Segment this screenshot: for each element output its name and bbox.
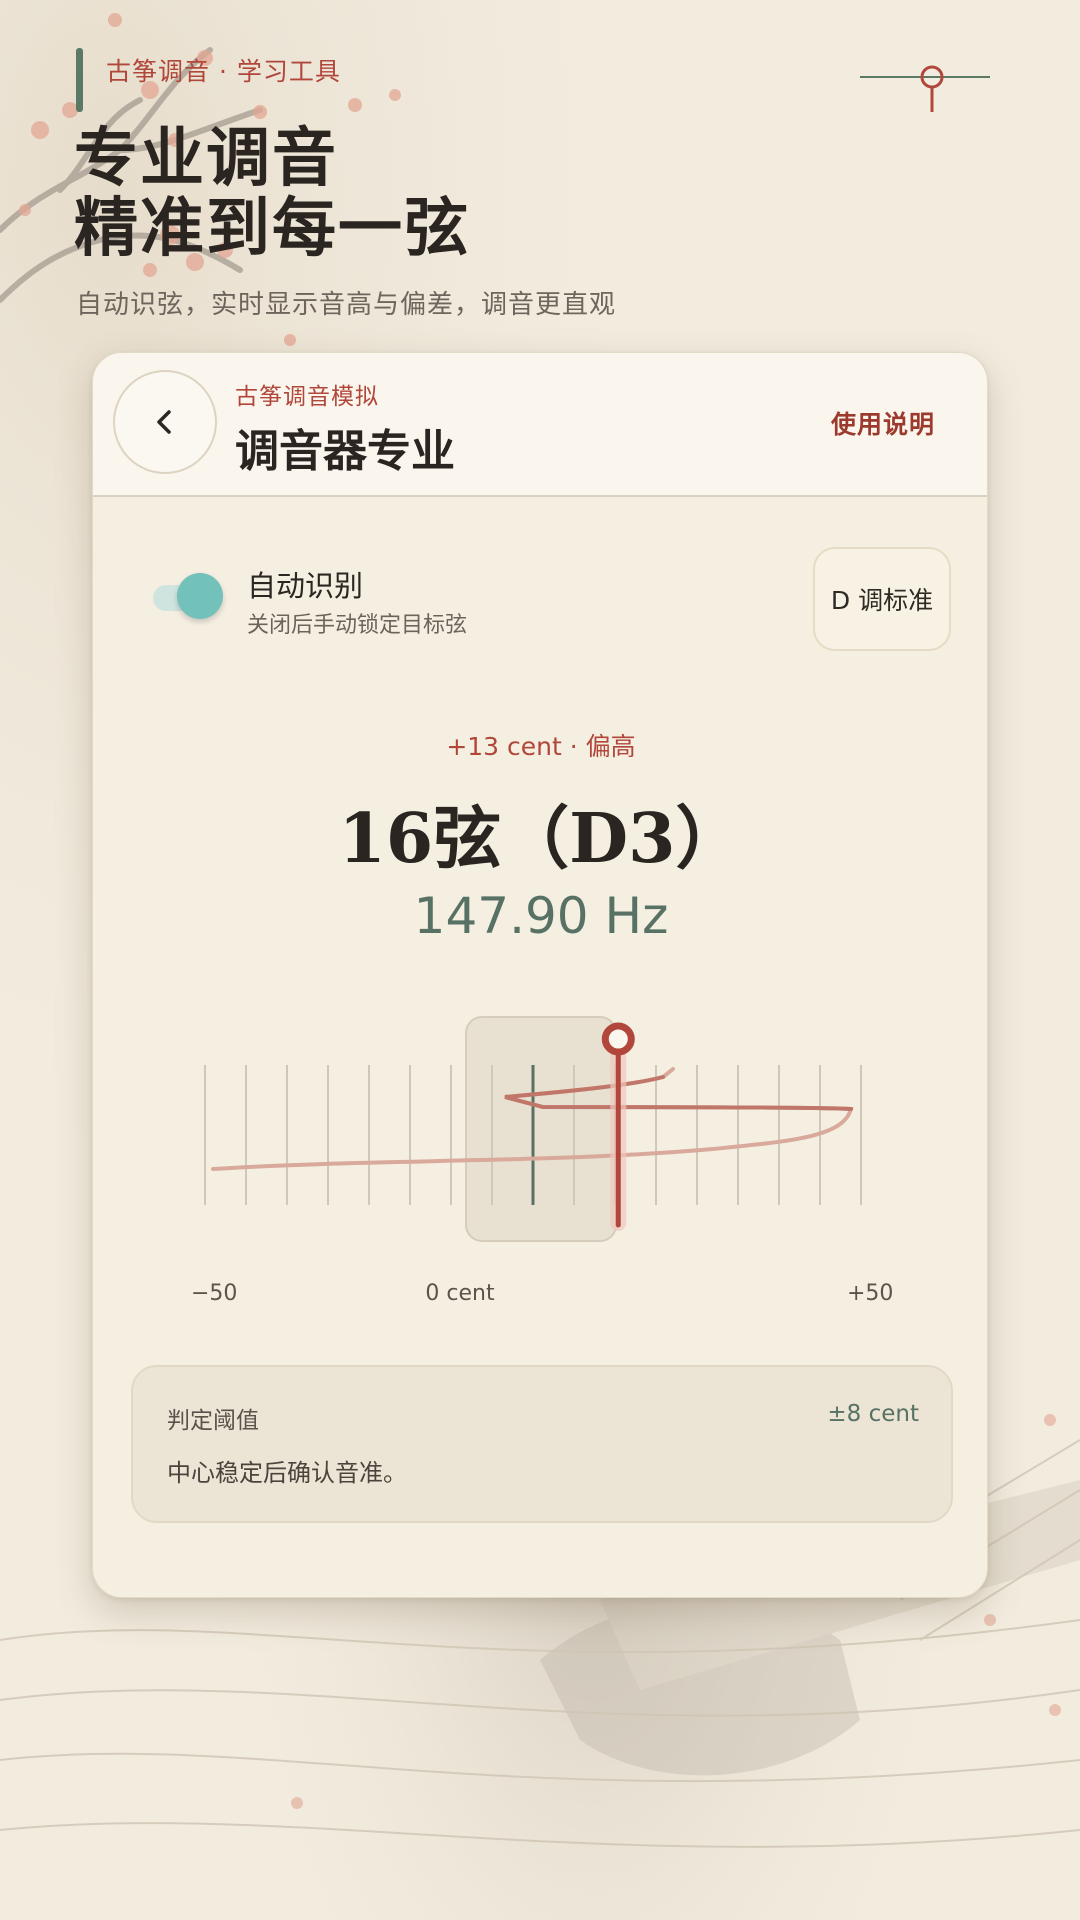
page-header: 古筝调音 · 学习工具 专业调音 精准到每一弦 自动识弦，实时显示音高与偏差，调…: [0, 0, 1080, 330]
threshold-label: 判定阈值: [167, 1408, 259, 1434]
card-header: 古筝调音模拟 调音器专业 使用说明: [93, 353, 987, 497]
cent-meter: [204, 1016, 862, 1242]
auto-detect-toggle[interactable]: [153, 573, 223, 619]
meter-ticks: [204, 1065, 862, 1205]
hero-title: 专业调音 精准到每一弦: [74, 124, 470, 264]
auto-detect-hint: 关闭后手动锁定目标弦: [247, 613, 468, 638]
hero-title-line1: 专业调音: [74, 121, 338, 196]
hero-title-line2: 精准到每一弦: [74, 191, 470, 266]
deviation-readout: +13 cent · 偏高: [446, 732, 636, 761]
auto-detect-label: 自动识别: [247, 569, 364, 603]
frequency-readout: 147.90 Hz: [413, 887, 669, 945]
card-subtitle: 古筝调音模拟: [235, 384, 379, 410]
toggle-knob: [177, 573, 223, 619]
threshold-value: ±8 cent: [827, 1401, 919, 1427]
hero-subtitle: 自动识弦，实时显示音高与偏差，调音更直观: [76, 290, 617, 320]
in-tune-zone: [465, 1016, 617, 1242]
tuning-preset-button[interactable]: D 调标准: [813, 547, 951, 651]
tuning-pin-icon: [860, 65, 990, 112]
threshold-description: 中心稳定后确认音准。: [167, 1459, 407, 1487]
tag-accent-bar: [76, 48, 83, 112]
chevron-left-icon: [157, 410, 171, 434]
meter-zero-label: 0 cent: [425, 1281, 495, 1306]
threshold-panel: 判定阈值 ±8 cent 中心稳定后确认音准。: [131, 1365, 953, 1523]
help-link[interactable]: 使用说明: [831, 405, 935, 441]
app-tag: 古筝调音 · 学习工具: [106, 57, 341, 86]
card-title: 调音器专业: [235, 426, 455, 477]
meter-max-label: +50: [847, 1281, 894, 1306]
string-note: 16弦（D3）: [338, 799, 744, 879]
tuner-card: 古筝调音模拟 调音器专业 使用说明 自动识别 关闭后手动锁定目标弦 D 调标准 …: [92, 352, 988, 1598]
back-button[interactable]: [113, 370, 217, 474]
